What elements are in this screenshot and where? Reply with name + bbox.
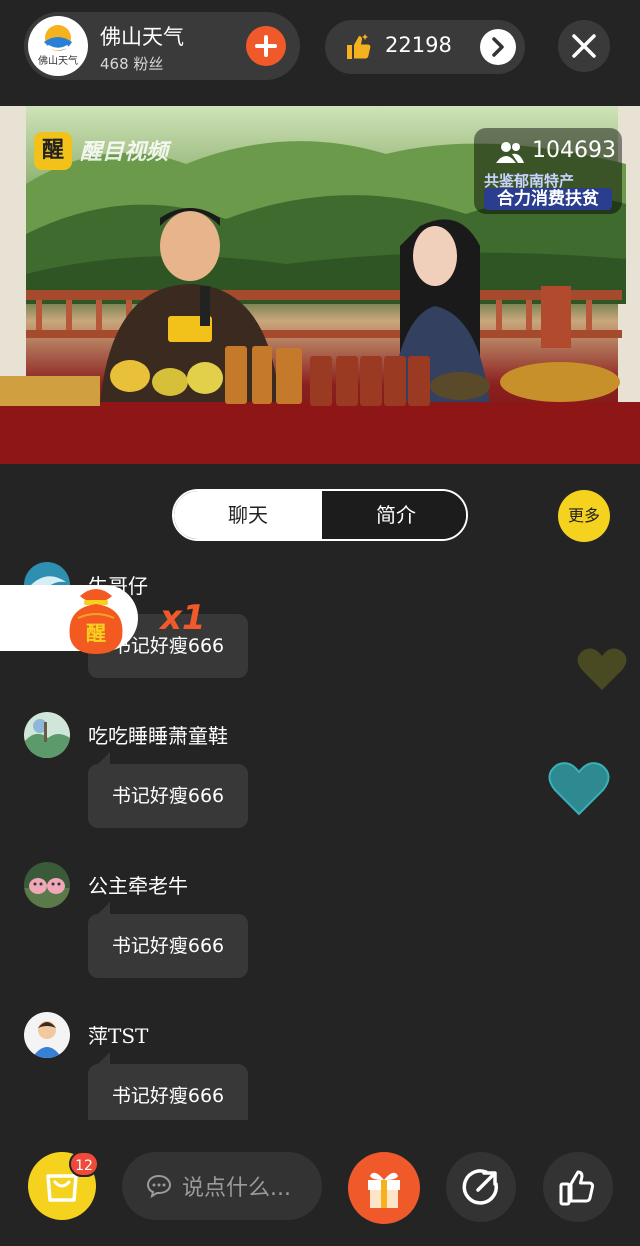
host-info[interactable]: 佛山天气 佛山天气 468 粉丝 xyxy=(24,12,300,80)
lucky-bag-text: 醒 xyxy=(86,621,106,645)
gift-icon xyxy=(368,1172,400,1208)
user-avatar[interactable] xyxy=(24,862,70,908)
watermark-text: 醒目视频 xyxy=(80,140,169,165)
cart-badge: 12 xyxy=(69,1151,99,1177)
weather-logo-icon xyxy=(44,25,72,51)
pigs-avatar-icon xyxy=(24,862,70,908)
host-fans: 468 粉丝 xyxy=(100,55,164,73)
comment-input[interactable]: 说点什么... xyxy=(122,1152,322,1220)
tab-chat[interactable]: 聊天 xyxy=(174,491,322,539)
like-button[interactable] xyxy=(543,1152,613,1222)
gift-button[interactable] xyxy=(348,1152,420,1224)
chat-username: 公主牵老牛 xyxy=(88,874,188,898)
chat-message: 吃吃睡睡萧童鞋 书记好瘦666 xyxy=(0,712,640,862)
chat-bubble: 书记好瘦666 xyxy=(88,752,248,828)
comment-placeholder: 说点什么... xyxy=(182,1176,291,1201)
viewer-count: 104693 xyxy=(532,138,616,163)
video-products xyxy=(0,346,620,406)
bottom-bar: 12 说点什么... xyxy=(0,1140,640,1246)
live-video[interactable]: 醒 醒目视频 104693 共鉴郁南特产 合力消费扶贫 xyxy=(0,106,640,464)
likes-counter[interactable]: 22198 xyxy=(325,20,525,74)
viewers-icon xyxy=(496,142,524,163)
plus-icon xyxy=(255,35,277,57)
viewer-count-panel: 104693 共鉴郁南特产 合力消费扶贫 xyxy=(474,128,622,214)
follow-button[interactable] xyxy=(246,26,286,66)
chevron-right-icon xyxy=(492,37,504,57)
thumbs-up-icon xyxy=(559,1170,595,1206)
more-button[interactable]: 更多 xyxy=(558,490,610,542)
chat-username: 萍TST xyxy=(88,1024,149,1048)
host-avatar[interactable]: 佛山天气 xyxy=(28,16,88,76)
user-avatar[interactable] xyxy=(24,712,70,758)
floating-heart-icon xyxy=(577,648,627,690)
chat-bubble-icon xyxy=(146,1174,172,1198)
person-avatar-icon xyxy=(24,1012,70,1058)
chat-intro-tabs: 聊天 简介 xyxy=(172,489,468,541)
host-avatar-label: 佛山天气 xyxy=(38,56,78,67)
share-button[interactable] xyxy=(446,1152,516,1222)
top-bar: 佛山天气 佛山天气 468 粉丝 22198 xyxy=(0,0,640,104)
floating-heart-icon xyxy=(548,762,610,816)
chat-bubble: 书记好瘦666 xyxy=(88,1052,248,1120)
likes-count: 22198 xyxy=(385,33,452,57)
close-button[interactable] xyxy=(558,20,610,72)
chat-message: 萍TST 书记好瘦666 xyxy=(0,1012,640,1120)
watermark-badge: 醒 xyxy=(34,132,72,170)
landscape-avatar-icon xyxy=(24,712,70,758)
likes-next-button[interactable] xyxy=(480,29,516,65)
gift-count: x1 xyxy=(160,598,206,638)
chat-bubble: 书记好瘦666 xyxy=(88,902,248,978)
lucky-bag-icon: 醒 xyxy=(69,589,123,654)
user-avatar[interactable] xyxy=(24,1012,70,1058)
share-icon xyxy=(462,1169,499,1205)
tab-intro[interactable]: 简介 xyxy=(322,491,466,539)
thumbs-up-icon xyxy=(347,34,371,59)
chat-username: 吃吃睡睡萧童鞋 xyxy=(88,724,228,748)
host-name: 佛山天气 xyxy=(100,25,184,49)
close-icon xyxy=(572,34,596,58)
chat-message: 公主牵老牛 书记好瘦666 xyxy=(0,862,640,1012)
event-tag-line2: 合力消费扶贫 xyxy=(484,188,612,210)
